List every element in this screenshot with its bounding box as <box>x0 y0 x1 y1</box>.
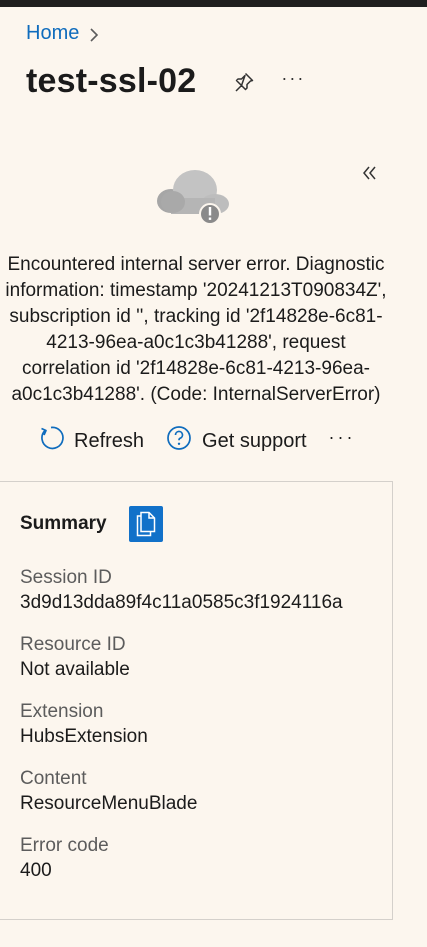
copy-button[interactable] <box>128 506 163 542</box>
field-value: HubsExtension <box>20 726 148 747</box>
cloud-error-icon <box>155 168 235 228</box>
refresh-icon <box>38 425 74 457</box>
summary-header: Summary <box>20 506 163 542</box>
copy-icon <box>136 511 155 537</box>
field-value: 400 <box>20 860 52 881</box>
page-title: test-ssl-02 <box>26 62 197 100</box>
chevron-right-icon <box>88 26 100 42</box>
error-message: Encountered internal server error. Diagn… <box>5 254 387 405</box>
get-support-label: Get support <box>202 429 307 452</box>
get-support-button[interactable]: Get support <box>166 425 307 457</box>
extension-field: Extension HubsExtension <box>20 700 148 750</box>
collapse-panel-icon[interactable] <box>361 163 379 183</box>
content-field: Content ResourceMenuBlade <box>20 767 197 817</box>
action-bar: Refresh Get support ··· <box>38 425 356 457</box>
field-value: Not available <box>20 659 130 680</box>
field-label: Content <box>20 768 87 789</box>
session-id-field: Session ID 3d9d13dda89f4c11a0585c3f19241… <box>20 566 343 616</box>
pin-icon[interactable] <box>232 70 256 94</box>
field-label: Error code <box>20 835 109 856</box>
field-value: ResourceMenuBlade <box>20 793 198 814</box>
more-options-icon[interactable]: ··· <box>281 69 305 87</box>
field-label: Resource ID <box>20 634 126 655</box>
field-value: 3d9d13dda89f4c11a0585c3f1924116a <box>20 592 343 613</box>
refresh-button[interactable]: Refresh <box>38 425 144 457</box>
summary-card: Summary Session ID 3d9d13dda89f4c11a0585… <box>0 481 393 920</box>
top-bar <box>0 0 427 7</box>
field-label: Extension <box>20 701 104 722</box>
more-actions-button[interactable]: ··· <box>329 427 356 448</box>
breadcrumb-home-link[interactable]: Home <box>26 22 79 45</box>
field-label: Session ID <box>20 567 112 588</box>
breadcrumb: Home <box>26 22 100 45</box>
error-code-field: Error code 400 <box>20 834 109 884</box>
question-icon <box>166 425 202 457</box>
resource-id-field: Resource ID Not available <box>20 633 130 683</box>
title-row: test-ssl-02 ··· <box>26 62 305 101</box>
refresh-label: Refresh <box>74 429 145 452</box>
summary-title: Summary <box>20 513 107 534</box>
